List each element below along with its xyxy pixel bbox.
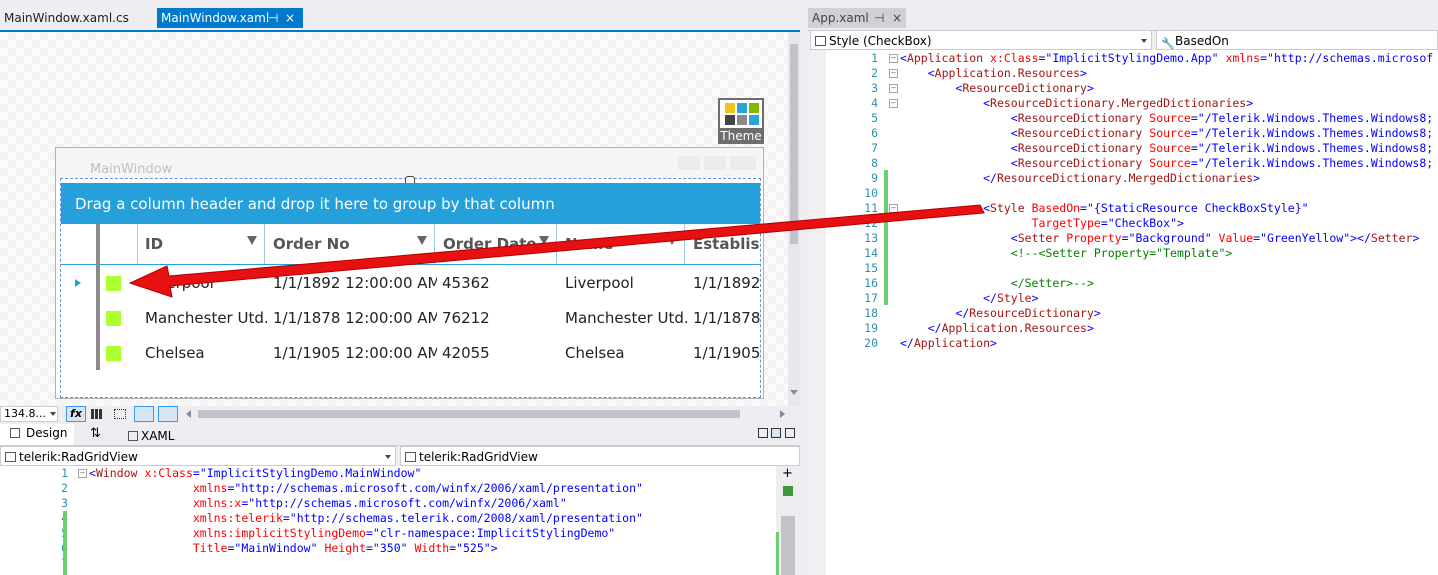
red-arrow-icon: [128, 204, 985, 298]
annotation-arrow: [128, 204, 985, 298]
